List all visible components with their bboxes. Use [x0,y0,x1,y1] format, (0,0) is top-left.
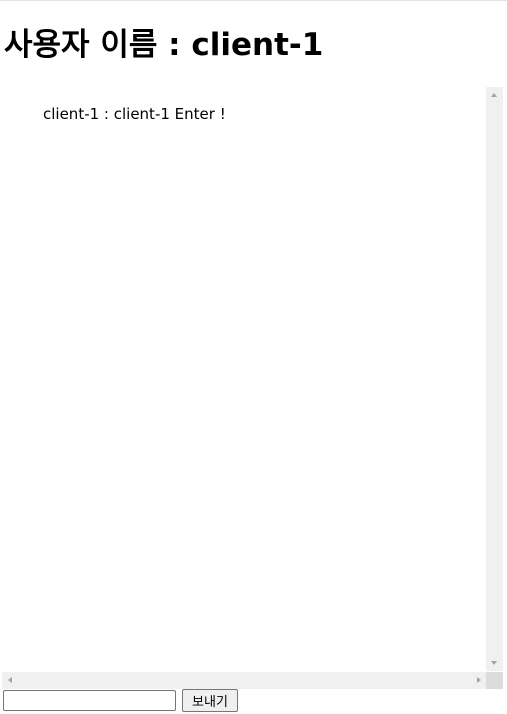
page-title: 사용자 이름 : client-1 [4,27,324,63]
message-input[interactable] [3,690,176,711]
horizontal-scrollbar[interactable] [2,672,487,689]
scroll-right-arrow-icon[interactable] [477,677,481,683]
vertical-scrollbar[interactable] [486,87,503,671]
scrollbar-corner [486,672,503,689]
scroll-up-arrow-icon[interactable] [491,93,497,97]
list-item: client-1 : client-1 Enter ! [43,105,226,123]
chat-log[interactable]: client-1 : client-1 Enter ! [2,87,503,689]
message-list: client-1 : client-1 Enter ! [2,87,487,124]
scroll-left-arrow-icon[interactable] [8,677,12,683]
top-divider [0,0,507,1]
send-button[interactable]: 보내기 [182,689,238,712]
scroll-down-arrow-icon[interactable] [491,661,497,665]
chat-content: client-1 : client-1 Enter ! [2,87,487,671]
